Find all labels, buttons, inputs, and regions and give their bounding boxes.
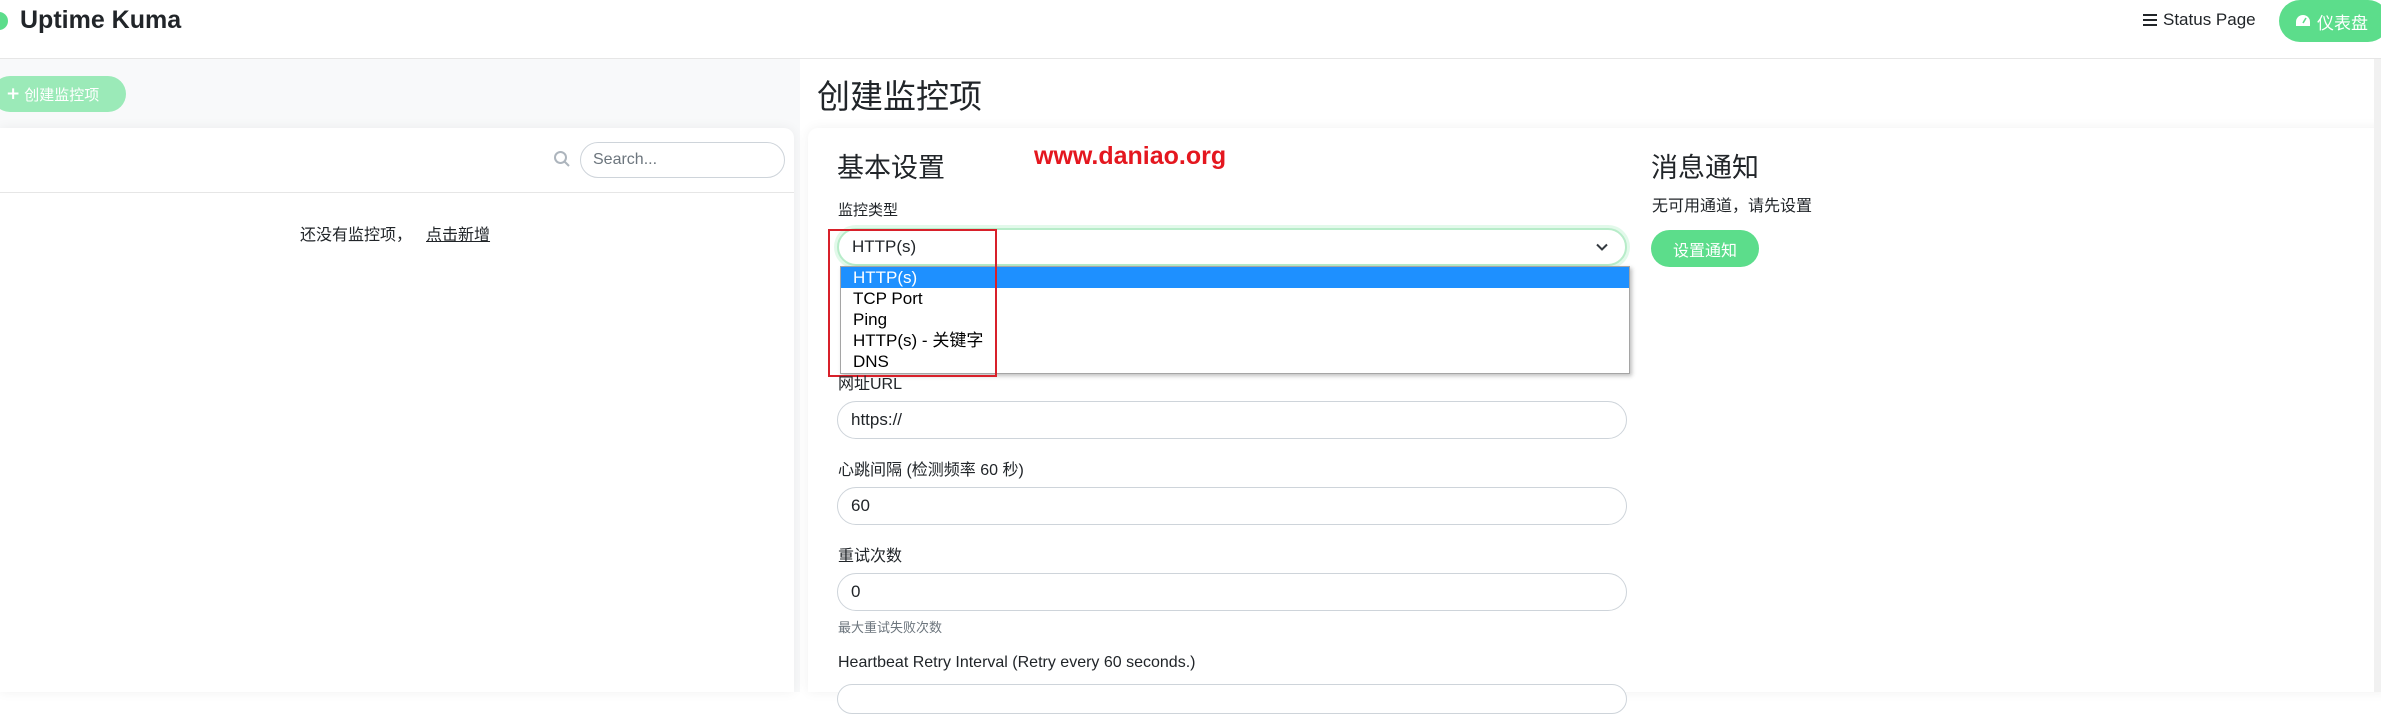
monitor-list-header <box>0 128 794 193</box>
empty-monitor-message: 还没有监控项， 点击新增 <box>300 221 490 245</box>
search-input[interactable] <box>580 142 785 178</box>
status-page-link[interactable]: Status Page <box>2143 10 2256 30</box>
retries-input[interactable]: 0 <box>837 573 1627 611</box>
setup-notification-button[interactable]: 设置通知 <box>1651 230 1759 267</box>
interval-value: 60 <box>851 496 870 515</box>
create-monitor-label: 创建监控项 <box>24 85 100 104</box>
top-navbar: Uptime Kuma Status Page 仪表盘 <box>0 0 2381 59</box>
watermark-text: www.daniao.org <box>1034 142 1227 170</box>
create-monitor-button[interactable]: + 创建监控项 <box>0 76 126 112</box>
gauge-icon <box>2296 15 2310 26</box>
retries-label: 重试次数 <box>838 548 903 565</box>
dashboard-label: 仪表盘 <box>2317 13 2368 34</box>
highlight-box <box>828 229 997 377</box>
status-page-label: Status Page <box>2163 10 2256 29</box>
page-title: 创建监控项 <box>817 77 982 116</box>
url-label: 网址URL <box>838 376 903 393</box>
url-value: https:// <box>851 410 903 429</box>
add-new-link[interactable]: 点击新增 <box>426 225 490 244</box>
empty-monitor-text: 还没有监控项， <box>300 225 413 244</box>
monitor-type-label: 监控类型 <box>838 202 899 219</box>
scrollbar-track[interactable] <box>2374 59 2381 692</box>
interval-input[interactable]: 60 <box>837 487 1627 525</box>
retry-interval-input[interactable] <box>837 684 1627 714</box>
list-icon <box>2143 14 2157 26</box>
retry-interval-label: Heartbeat Retry Interval (Retry every 60… <box>838 654 1196 671</box>
logo-icon <box>0 12 8 30</box>
monitor-list-card: 还没有监控项， 点击新增 <box>0 128 794 692</box>
chevron-down-icon <box>1596 243 1608 251</box>
dashboard-button[interactable]: 仪表盘 <box>2279 0 2381 42</box>
retries-value: 0 <box>851 582 861 601</box>
retries-hint: 最大重试失败次数 <box>838 621 943 636</box>
interval-label: 心跳间隔 (检测频率 60 秒) <box>838 462 1024 479</box>
search-icon <box>554 151 570 167</box>
url-input[interactable]: https:// <box>837 401 1627 439</box>
app-title[interactable]: Uptime Kuma <box>20 6 181 35</box>
basic-settings-title: 基本设置 <box>837 153 945 184</box>
plus-icon: + <box>6 84 21 104</box>
notifications-title: 消息通知 <box>1651 153 1759 184</box>
notifications-empty-text: 无可用通道，请先设置 <box>1652 196 1813 215</box>
